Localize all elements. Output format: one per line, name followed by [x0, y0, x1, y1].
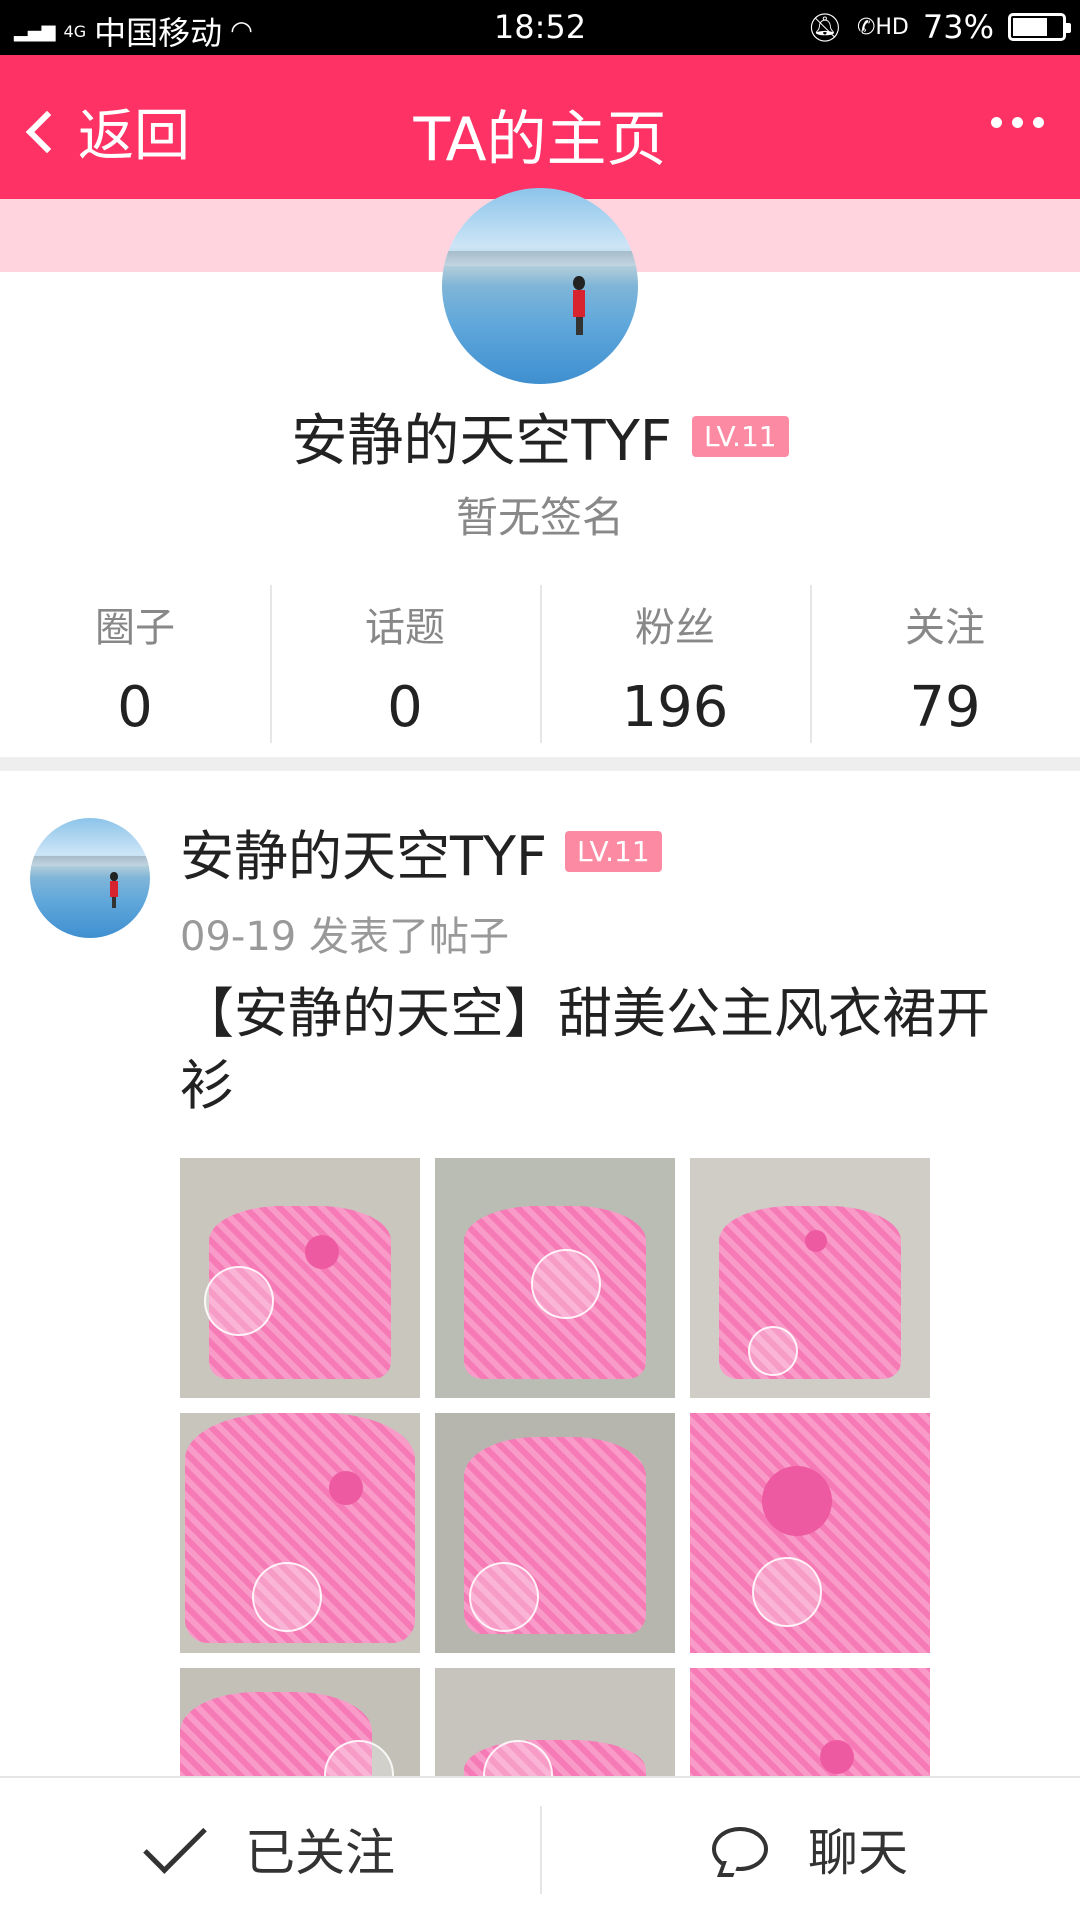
post-image[interactable]	[690, 1413, 930, 1653]
followed-label: 已关注	[245, 1824, 395, 1882]
stat-topics[interactable]: 话题 0	[270, 585, 540, 743]
post-image-grid	[180, 1158, 930, 1778]
stat-fans[interactable]: 粉丝 196	[540, 585, 810, 743]
stat-value: 196	[621, 675, 729, 740]
followed-button[interactable]: 已关注	[0, 1778, 540, 1920]
post-header: 安静的天空TYF LV.11	[180, 812, 662, 891]
hd-label: HD	[875, 14, 909, 40]
battery-percent: 73%	[922, 8, 994, 46]
post-image[interactable]	[435, 1668, 675, 1778]
battery-icon	[1008, 13, 1071, 41]
profile-avatar[interactable]	[442, 188, 638, 384]
status-bar: ▂▄▆ 4G 中国移动 ◠ 18:52 🔕︎ ✆HD 73%	[0, 0, 1080, 55]
stat-label: 圈子	[95, 605, 175, 651]
post-image[interactable]	[180, 1158, 420, 1398]
post-meta: 09-19 发表了帖子	[180, 914, 509, 960]
nav-bar: 返回 TA的主页	[0, 55, 1080, 199]
post-image[interactable]	[435, 1158, 675, 1398]
post-image[interactable]	[180, 1413, 420, 1653]
post-author-avatar[interactable]	[30, 818, 150, 938]
stat-value: 0	[387, 675, 423, 740]
stat-label: 话题	[365, 605, 445, 651]
chat-bubble-icon	[712, 1827, 768, 1871]
post-image[interactable]	[435, 1413, 675, 1653]
post-title[interactable]: 【安静的天空】甜美公主风衣裙开衫	[180, 978, 1040, 1122]
stat-value: 0	[117, 675, 153, 740]
stat-value: 79	[909, 675, 981, 740]
chat-label: 聊天	[808, 1824, 908, 1882]
profile-name-row: 安静的天空TYF LV.11	[0, 396, 1080, 477]
section-divider	[0, 757, 1080, 771]
stat-following[interactable]: 关注 79	[810, 585, 1080, 743]
profile-signature: 暂无签名	[455, 493, 624, 542]
post-level-badge: LV.11	[565, 831, 662, 872]
profile-stats: 圈子 0 话题 0 粉丝 196 关注 79	[0, 585, 1080, 743]
checkmark-icon	[143, 1810, 207, 1874]
hd-call-icon: ✆HD	[856, 14, 909, 40]
stat-circles[interactable]: 圈子 0	[0, 585, 270, 743]
battery-fill	[1013, 18, 1047, 36]
page-title: TA的主页	[413, 105, 667, 175]
more-options-icon[interactable]	[991, 117, 1044, 128]
mute-bell-icon: 🔕︎	[807, 10, 843, 44]
stat-label: 关注	[905, 605, 985, 651]
level-badge: LV.11	[692, 416, 789, 457]
post-author-name[interactable]: 安静的天空TYF	[180, 812, 547, 891]
post-image[interactable]	[180, 1668, 420, 1778]
bottom-action-bar: 已关注 聊天	[0, 1776, 1080, 1920]
post-image[interactable]	[690, 1668, 930, 1778]
profile-name: 安静的天空TYF	[291, 409, 672, 474]
post-image[interactable]	[690, 1158, 930, 1398]
chat-button[interactable]: 聊天	[540, 1778, 1080, 1920]
stat-label: 粉丝	[635, 605, 715, 651]
